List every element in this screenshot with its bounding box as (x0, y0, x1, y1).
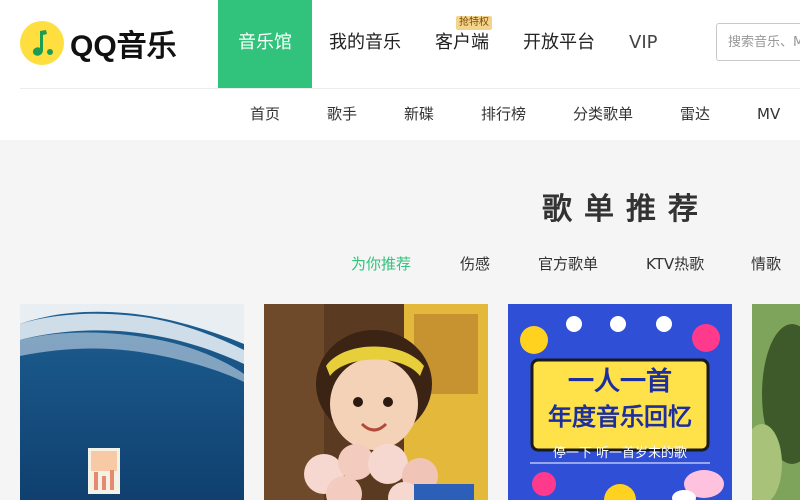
tab-sad[interactable]: 伤感 (460, 252, 490, 276)
tab-official[interactable]: 官方歌单 (538, 252, 598, 276)
tab-ktv-hits[interactable]: KTV热歌 (646, 252, 704, 276)
subnav-item-mv[interactable]: MV (757, 89, 780, 139)
poster-caption: 停一下 听一首岁末的歌 (552, 446, 688, 461)
playlist-card-2[interactable] (264, 304, 488, 500)
search-box[interactable] (716, 23, 800, 61)
playlist-card-1[interactable] (20, 304, 244, 500)
nav-item-music-hall[interactable]: 音乐馆 (218, 0, 312, 88)
brand-logo[interactable]: QQ音乐 (20, 20, 177, 66)
wave-cover-image (20, 304, 244, 500)
girl-cover-image (264, 304, 488, 500)
subnav-item-radar[interactable]: 雷达 (680, 89, 710, 139)
top-header: QQ音乐 音乐馆 我的音乐 客户端 抢特权 开放平台 VIP 首页 歌手 新碟 … (0, 0, 800, 140)
brand-logo-text: QQ音乐 (70, 30, 177, 63)
tab-for-you[interactable]: 为你推荐 (351, 252, 411, 276)
subnav-item-charts[interactable]: 排行榜 (481, 89, 526, 139)
nav-item-my-music[interactable]: 我的音乐 (312, 0, 418, 88)
poster-headline: 一人一首 (567, 367, 672, 397)
privilege-badge: 抢特权 (456, 16, 492, 30)
main-nav: 音乐馆 我的音乐 客户端 抢特权 开放平台 VIP (218, 0, 674, 88)
nav-item-client-label: 客户端 (435, 32, 489, 53)
qq-music-logo-icon (20, 21, 64, 65)
playlist-card-4[interactable] (752, 304, 800, 500)
playlist-tag-tabs: 为你推荐 伤感 官方歌单 KTV热歌 情歌 (0, 252, 800, 276)
subnav-item-playlist-categories[interactable]: 分类歌单 (573, 89, 633, 139)
green-cover-image (752, 304, 800, 500)
sub-nav: 首页 歌手 新碟 排行榜 分类歌单 雷达 MV (0, 89, 800, 139)
section-title-text: 歌单推荐 (542, 192, 710, 227)
poster-subheadline: 年度音乐回忆 (548, 403, 692, 431)
search-input[interactable] (717, 24, 800, 60)
nav-item-vip[interactable]: VIP (612, 0, 674, 88)
nav-item-client[interactable]: 客户端 抢特权 (418, 0, 506, 88)
subnav-item-singers[interactable]: 歌手 (327, 89, 357, 139)
playlist-card-3[interactable]: 一人一首 年度音乐回忆 停一下 听一首岁末的歌 (508, 304, 732, 500)
subnav-item-home[interactable]: 首页 (250, 89, 280, 139)
nav-item-open-platform[interactable]: 开放平台 (506, 0, 612, 88)
subnav-item-new-albums[interactable]: 新碟 (404, 89, 434, 139)
tab-love-songs[interactable]: 情歌 (751, 252, 781, 276)
